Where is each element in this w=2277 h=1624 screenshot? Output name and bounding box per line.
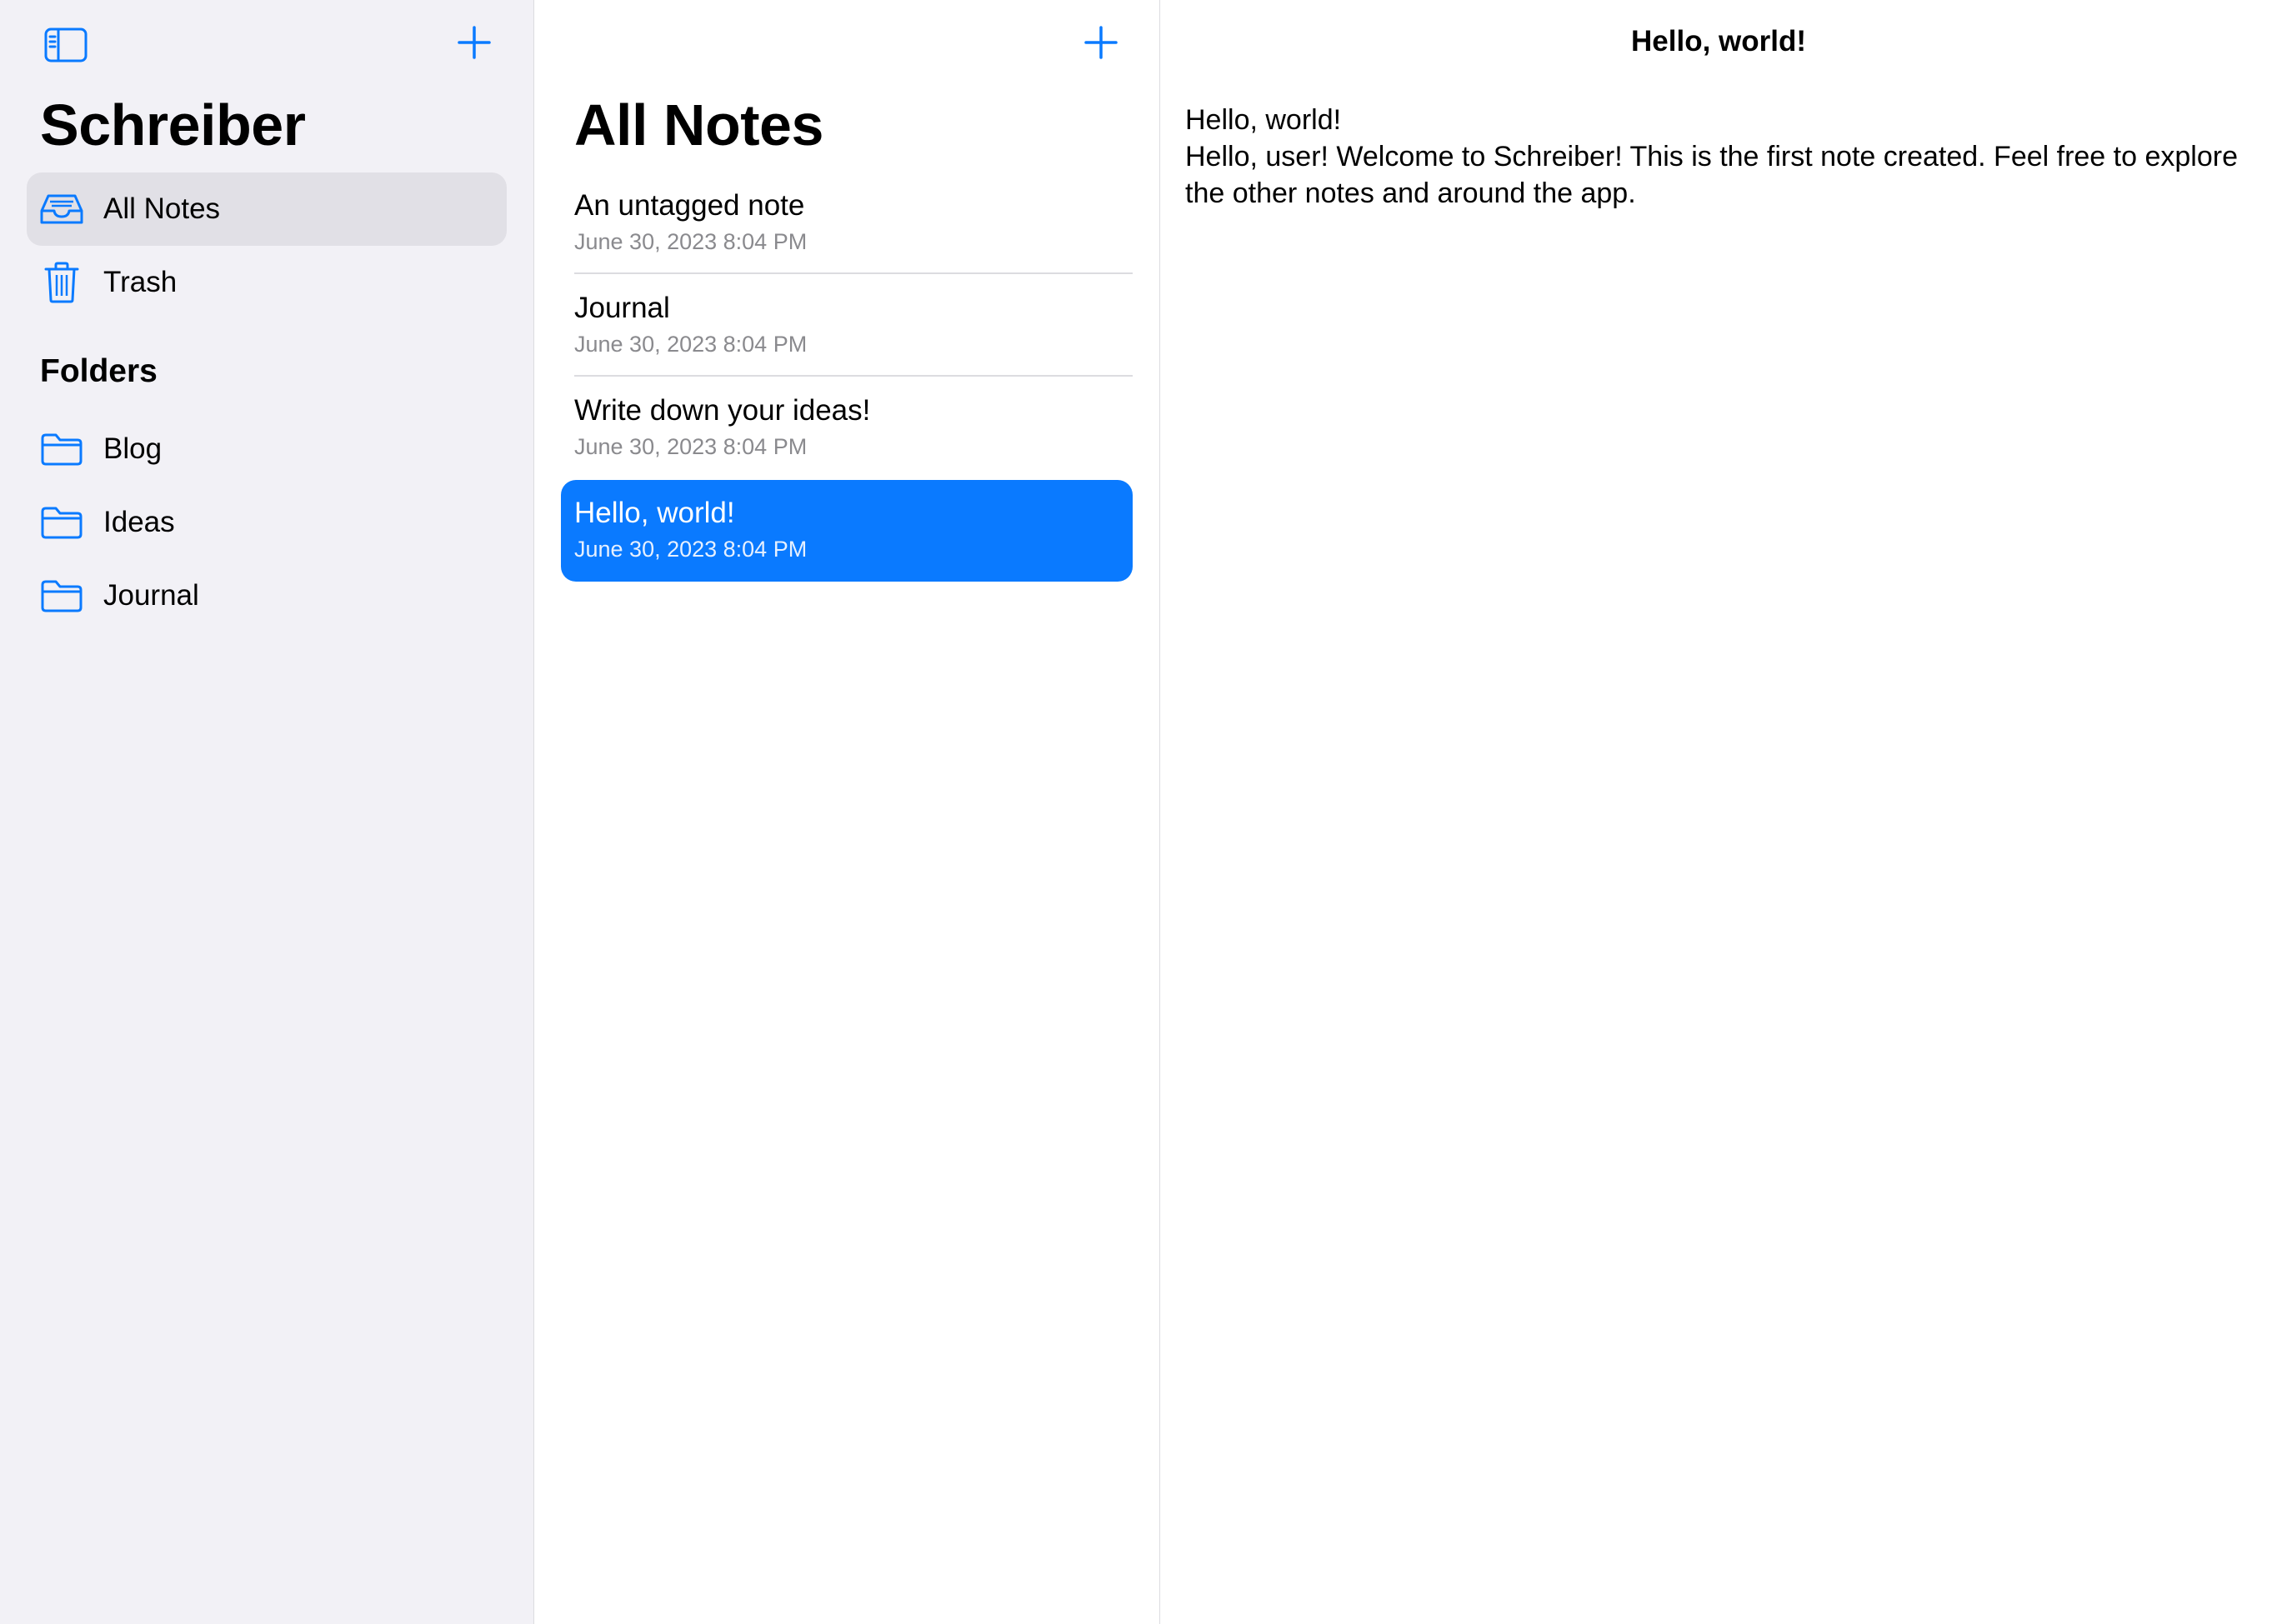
plus-icon <box>1084 26 1118 59</box>
sidebar-item-label: Ideas <box>103 506 175 538</box>
note-list-item-selected[interactable]: Hello, world! June 30, 2023 8:04 PM <box>561 480 1133 582</box>
note-date: June 30, 2023 8:04 PM <box>574 537 808 562</box>
sidebar-item-all-notes[interactable]: All Notes <box>27 172 507 246</box>
note-list-title: All Notes <box>574 92 823 157</box>
tray-icon <box>38 186 85 232</box>
sidebar-item-label: Trash <box>103 266 178 298</box>
note-title: Journal <box>574 292 670 324</box>
sidebar: Schreiber All Notes Trash Folders Blog I… <box>0 0 534 1624</box>
row-divider <box>574 272 1133 274</box>
plus-icon <box>458 26 491 59</box>
note-title: Hello, world! <box>574 497 735 529</box>
note-list-pane: All Notes An untagged note June 30, 2023… <box>534 0 1160 1624</box>
trash-icon <box>38 259 85 306</box>
folder-icon <box>38 499 85 546</box>
app-window: Schreiber All Notes Trash Folders Blog I… <box>0 0 2277 1624</box>
sidebar-item-folder-blog[interactable]: Blog <box>27 412 507 486</box>
app-title: Schreiber <box>40 92 306 157</box>
sidebar-item-trash[interactable]: Trash <box>27 246 507 319</box>
note-title: An untagged note <box>574 189 805 222</box>
note-list-item[interactable]: Journal June 30, 2023 8:04 PM <box>561 275 1133 377</box>
folders-header: Folders <box>40 353 158 389</box>
sidebar-item-folder-journal[interactable]: Journal <box>27 559 507 632</box>
note-editor[interactable]: Hello, world! Hello, user! Welcome to Sc… <box>1185 102 2260 212</box>
sidebar-item-label: Blog <box>103 432 163 465</box>
note-date: June 30, 2023 8:04 PM <box>574 434 808 459</box>
note-date: June 30, 2023 8:04 PM <box>574 229 808 254</box>
note-title: Write down your ideas! <box>574 394 871 427</box>
note-detail-pane: Hello, world! Hello, world! Hello, user!… <box>1160 0 2277 1624</box>
note-date: June 30, 2023 8:04 PM <box>574 332 808 357</box>
new-note-button[interactable] <box>1081 22 1121 62</box>
sidebar-toggle-button[interactable] <box>40 25 92 65</box>
sidebar-item-label: Journal <box>103 579 199 612</box>
note-body-line: Hello, user! Welcome to Schreiber! This … <box>1185 141 2238 209</box>
folder-icon <box>38 572 85 619</box>
note-body-line: Hello, world! <box>1185 104 1342 136</box>
detail-nav-title: Hello, world! <box>1631 25 1806 57</box>
note-list-item[interactable]: Write down your ideas! June 30, 2023 8:0… <box>561 377 1133 479</box>
row-divider <box>574 375 1133 377</box>
folder-icon <box>38 426 85 472</box>
new-folder-button[interactable] <box>454 22 494 62</box>
sidebar-item-label: All Notes <box>103 192 221 225</box>
sidebar-left-icon <box>44 27 88 62</box>
sidebar-item-folder-ideas[interactable]: Ideas <box>27 486 507 559</box>
note-list-item[interactable]: An untagged note June 30, 2023 8:04 PM <box>561 172 1133 274</box>
